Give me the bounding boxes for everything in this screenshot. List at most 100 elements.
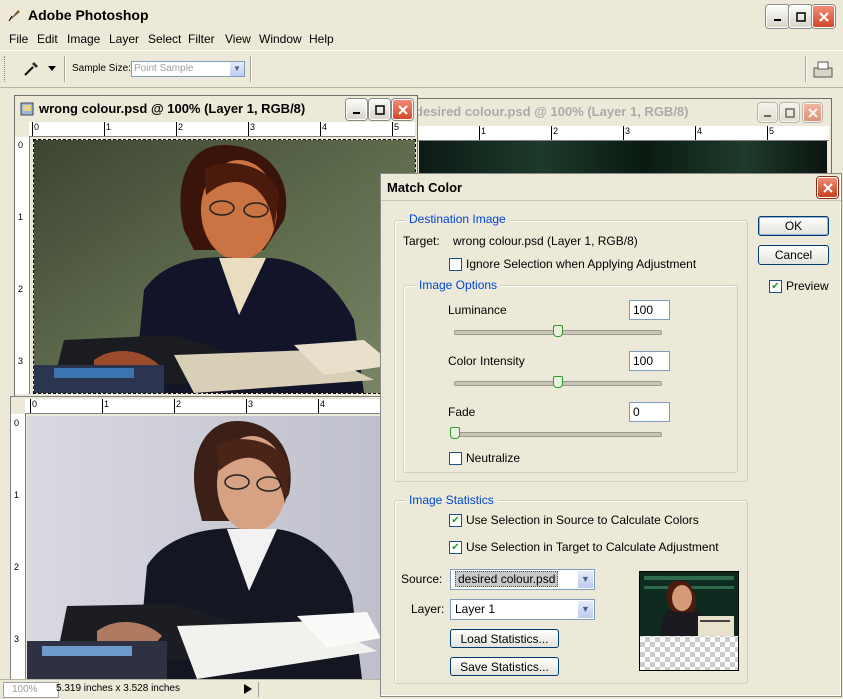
- use-target-selection-checkbox[interactable]: ✔: [449, 540, 462, 554]
- ruler-label: 2: [18, 284, 24, 294]
- ruler-label: 0: [18, 140, 24, 150]
- minimize-icon: [763, 114, 771, 117]
- document-window-wrong[interactable]: wrong colour.psd @ 100% (Layer 1, RGB/8)…: [14, 95, 418, 397]
- horizontal-ruler: 0 1 2 3 4 5: [29, 122, 415, 137]
- luminance-input[interactable]: 100: [629, 300, 670, 320]
- doc-close-button[interactable]: [803, 103, 822, 122]
- maximize-button[interactable]: [789, 5, 812, 28]
- fade-slider-track[interactable]: [454, 432, 662, 437]
- minimize-icon: [773, 18, 781, 21]
- fade-slider-thumb[interactable]: [450, 427, 460, 439]
- ruler-label: 0: [32, 399, 38, 409]
- options-bar: Sample Size: Point Sample ▼: [0, 50, 843, 88]
- status-menu-arrow-icon[interactable]: [244, 684, 252, 694]
- file-browser-icon[interactable]: [812, 59, 834, 79]
- load-statistics-button[interactable]: Load Statistics...: [450, 629, 559, 648]
- color-intensity-input[interactable]: 100: [629, 351, 670, 371]
- close-icon: [822, 182, 833, 193]
- cancel-button[interactable]: Cancel: [758, 245, 829, 265]
- horizontal-ruler: 0 1 2 3 4: [25, 399, 381, 414]
- zoom-field[interactable]: 100%: [3, 682, 59, 698]
- doc-maximize-button[interactable]: [369, 99, 390, 120]
- ruler-label: 3: [250, 122, 256, 132]
- ruler-label: 1: [104, 399, 110, 409]
- psd-document-icon: [20, 102, 34, 116]
- close-icon: [807, 107, 818, 118]
- doc-minimize-button[interactable]: [758, 103, 777, 122]
- chevron-down-icon: ▼: [578, 571, 593, 588]
- use-source-selection-checkbox[interactable]: ✔: [449, 513, 462, 527]
- menu-filter[interactable]: Filter: [188, 32, 215, 46]
- dialog-close-button[interactable]: [817, 177, 838, 198]
- menu-image[interactable]: Image: [67, 32, 100, 46]
- options-grip[interactable]: [4, 56, 7, 82]
- maximize-icon: [784, 107, 795, 118]
- ruler-label: 0: [34, 122, 40, 132]
- color-intensity-slider-thumb[interactable]: [553, 376, 563, 388]
- document-window-corrected[interactable]: 0 1 2 3 4 0 1 2 3: [10, 396, 382, 681]
- doc-titlebar: desired colour.psd @ 100% (Layer 1, RGB/…: [411, 99, 831, 125]
- ruler-label: 1: [14, 490, 20, 500]
- sample-size-select[interactable]: Point Sample ▼: [131, 61, 245, 77]
- color-intensity-label: Color Intensity: [448, 354, 525, 368]
- wrong-canvas[interactable]: [33, 139, 416, 394]
- options-separator: [64, 56, 65, 82]
- doc-maximize-button[interactable]: [780, 103, 799, 122]
- source-select[interactable]: desired colour.psd ▼: [450, 569, 595, 590]
- sample-size-label: Sample Size:: [72, 63, 131, 74]
- menu-select[interactable]: Select: [148, 32, 181, 46]
- doc-titlebar: wrong colour.psd @ 100% (Layer 1, RGB/8): [15, 96, 417, 122]
- doc-close-button[interactable]: [392, 99, 413, 120]
- save-statistics-button[interactable]: Save Statistics...: [450, 657, 559, 676]
- menu-window[interactable]: Window: [259, 32, 302, 46]
- doc-minimize-button[interactable]: [346, 99, 367, 120]
- ok-button[interactable]: OK: [758, 216, 829, 236]
- neutralize-checkbox[interactable]: [449, 451, 462, 465]
- options-separator-3: [805, 56, 806, 82]
- vertical-ruler: 0 1 2 3: [11, 414, 26, 679]
- chevron-down-icon: ▼: [230, 62, 244, 76]
- dialog-title: Match Color: [387, 180, 463, 195]
- ruler-label: 2: [176, 399, 182, 409]
- neutralize-label: Neutralize: [466, 451, 521, 465]
- menu-file[interactable]: File: [9, 32, 28, 46]
- menu-view[interactable]: View: [225, 32, 251, 46]
- doc-title: wrong colour.psd @ 100% (Layer 1, RGB/8): [39, 101, 306, 116]
- menu-edit[interactable]: Edit: [37, 32, 58, 46]
- close-icon: [818, 11, 829, 22]
- eyedropper-icon[interactable]: [22, 60, 40, 78]
- target-value: wrong colour.psd (Layer 1, RGB/8): [453, 234, 638, 248]
- tool-preset-chevron-icon[interactable]: [48, 66, 56, 72]
- use-target-selection-option[interactable]: ✔ Use Selection in Target to Calculate A…: [449, 540, 719, 554]
- status-bar: 100% 5.319 inches x 3.528 inches: [0, 679, 380, 699]
- ignore-selection-option[interactable]: Ignore Selection when Applying Adjustmen…: [449, 257, 696, 271]
- close-button[interactable]: [812, 5, 835, 28]
- maximize-icon: [795, 11, 806, 22]
- status-scrollbar[interactable]: [258, 682, 379, 697]
- image-options-legend: Image Options: [415, 278, 502, 292]
- sample-size-value: Point Sample: [134, 63, 194, 74]
- source-thumbnail: [639, 571, 739, 671]
- menu-layer[interactable]: Layer: [109, 32, 139, 46]
- photoshop-feather-icon: [8, 10, 20, 22]
- ruler-label: 3: [248, 399, 254, 409]
- ignore-selection-label: Ignore Selection when Applying Adjustmen…: [466, 257, 697, 271]
- maximize-icon: [374, 104, 385, 115]
- menu-bar: File Edit Image Layer Select Filter View…: [0, 30, 843, 50]
- ruler-label: 1: [106, 122, 112, 132]
- ignore-selection-checkbox[interactable]: [449, 257, 462, 271]
- source-thumbnail-photo: [640, 572, 738, 636]
- preview-checkbox[interactable]: ✔: [769, 279, 782, 293]
- corrected-canvas[interactable]: [27, 416, 381, 679]
- image-statistics-legend: Image Statistics: [405, 493, 498, 507]
- minimize-button[interactable]: [766, 5, 789, 28]
- preview-option[interactable]: ✔ Preview: [769, 279, 829, 293]
- luminance-slider-thumb[interactable]: [553, 325, 563, 337]
- fade-input[interactable]: 0: [629, 402, 670, 422]
- neutralize-option[interactable]: Neutralize: [449, 451, 520, 465]
- ruler-label: 4: [320, 399, 326, 409]
- use-source-selection-label: Use Selection in Source to Calculate Col…: [466, 513, 699, 527]
- layer-select[interactable]: Layer 1 ▼: [450, 599, 595, 620]
- use-source-selection-option[interactable]: ✔ Use Selection in Source to Calculate C…: [449, 513, 699, 527]
- menu-help[interactable]: Help: [309, 32, 334, 46]
